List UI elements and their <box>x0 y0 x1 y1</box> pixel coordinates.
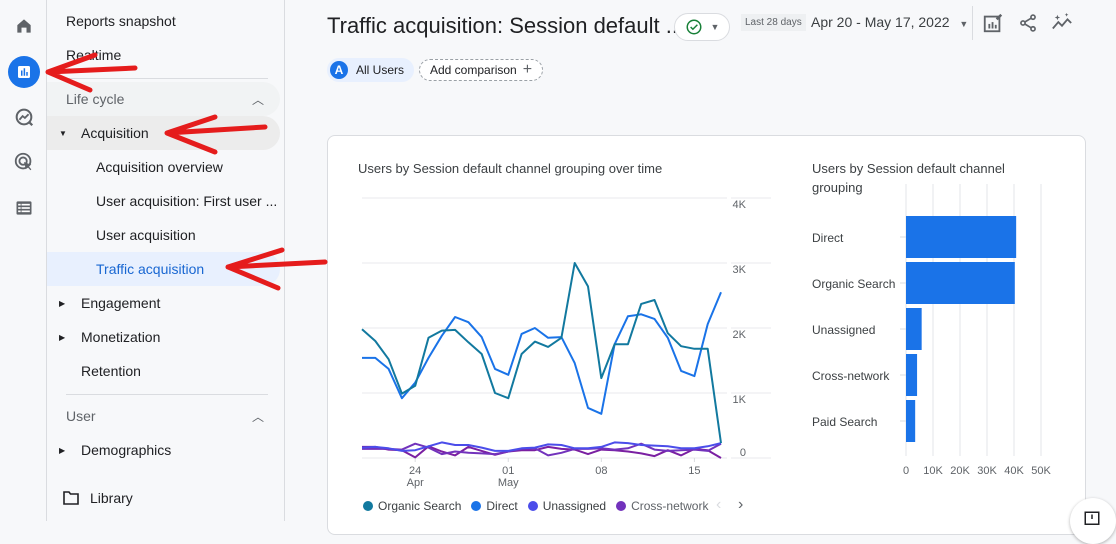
segment-chip-all-users[interactable]: A All Users <box>327 58 415 82</box>
bar-category-label: Organic Search <box>812 277 895 291</box>
legend-item-direct[interactable]: Direct <box>471 499 518 513</box>
customize-report-icon[interactable] <box>980 10 1006 36</box>
reports-nav-panel: Reports snapshot Realtime Life cycle ︿ ▼… <box>47 0 285 521</box>
legend-dot <box>471 501 482 511</box>
nav-label: Realtime <box>66 47 122 63</box>
caret-right-icon: ▶ <box>59 445 66 455</box>
bar-chart: 0 10K 20K 30K 40K 50K Direct Organic Search Unas… <box>812 184 1051 477</box>
nav-label: Demographics <box>81 442 172 458</box>
bar-category-label: Cross-network <box>812 369 890 383</box>
check-circle-icon <box>686 19 702 35</box>
feedback-icon <box>1084 511 1100 525</box>
nav-label: Traffic acquisition <box>96 261 205 277</box>
nav-user-acquisition[interactable]: User acquisition <box>47 218 280 252</box>
nav-label: Retention <box>81 363 141 379</box>
configure-list-icon[interactable] <box>8 192 40 224</box>
main-content: Traffic acquisition: Session default ...… <box>286 0 1116 544</box>
report-status-button[interactable]: ▼ <box>674 13 730 41</box>
reports-bar-chart-icon[interactable] <box>8 56 40 88</box>
legend-label: Direct <box>486 499 518 513</box>
x-tick-label: 20K <box>950 465 970 477</box>
legend-label: Cross-network <box>631 499 709 513</box>
nav-realtime[interactable]: Realtime <box>47 38 280 72</box>
insights-icon[interactable] <box>1049 10 1075 36</box>
toolbar-divider <box>972 6 973 40</box>
date-preset-chip: Last 28 days <box>741 14 806 31</box>
feedback-button[interactable] <box>1070 498 1116 544</box>
nav-label: Library <box>90 490 133 506</box>
nav-library[interactable]: Library <box>47 481 280 515</box>
x-tick-label: 40K <box>1004 465 1024 477</box>
home-icon[interactable] <box>8 10 40 42</box>
bar-category-label: Direct <box>812 231 844 245</box>
nav-divider <box>66 394 268 395</box>
bar-organic-search <box>906 262 1015 304</box>
legend-dot <box>616 501 627 511</box>
nav-label: Reports snapshot <box>66 13 176 29</box>
nav-label: Monetization <box>81 329 161 345</box>
add-comparison-label: Add comparison <box>430 63 517 77</box>
bar-unassigned <box>906 308 922 350</box>
nav-retention[interactable]: Retention <box>47 354 280 388</box>
nav-label: Acquisition <box>81 125 149 141</box>
legend-dot <box>527 501 538 511</box>
chart-card: Users by Session default channel groupin… <box>327 135 1086 535</box>
nav-user-acquisition-first-user[interactable]: User acquisition: First user ... <box>47 184 280 218</box>
x-tick-label: 30K <box>977 465 997 477</box>
explore-icon[interactable] <box>8 101 40 133</box>
nav-label: User acquisition <box>96 227 196 243</box>
legend-label: Unassigned <box>542 499 607 513</box>
nav-label: User acquisition: First user ... <box>96 193 278 209</box>
nav-monetization[interactable]: ▶ Monetization <box>47 320 280 354</box>
nav-acquisition[interactable]: ▼ Acquisition <box>47 116 280 150</box>
plus-icon: + <box>522 61 533 78</box>
nav-engagement[interactable]: ▶ Engagement <box>47 286 280 320</box>
date-range-text: Apr 20 - May 17, 2022 <box>811 14 950 30</box>
legend-dot <box>363 501 373 511</box>
date-range-picker[interactable]: Apr 20 - May 17, 2022 ▼ <box>811 14 968 30</box>
nav-reports-snapshot[interactable]: Reports snapshot <box>47 4 280 38</box>
folder-icon <box>63 491 79 505</box>
dropdown-caret-icon: ▼ <box>710 22 720 32</box>
nav-traffic-acquisition[interactable]: Traffic acquisition <box>47 252 280 286</box>
dropdown-caret-icon: ▼ <box>959 19 969 29</box>
share-icon[interactable] <box>1015 10 1041 36</box>
x-tick-label: 0 <box>903 465 909 477</box>
icon-rail <box>0 0 47 521</box>
nav-acquisition-overview[interactable]: Acquisition overview <box>47 150 280 184</box>
x-tick-label: 10K <box>923 465 943 477</box>
legend-item-unassigned[interactable]: Unassigned <box>527 499 607 513</box>
bar-direct <box>906 216 1017 258</box>
line-chart-legend: Organic Search Direct Unassigned Cross-n… <box>363 499 708 513</box>
nav-section-user[interactable]: User ︿ <box>47 399 280 433</box>
section-label: User <box>66 408 96 424</box>
legend-item-cross-network[interactable]: Cross-network <box>616 499 708 513</box>
legend-prev-button[interactable]: ‹ <box>716 496 721 514</box>
section-label: Life cycle <box>66 91 125 107</box>
chevron-up-icon: ︿ <box>251 92 264 107</box>
advertising-icon[interactable] <box>8 146 40 178</box>
nav-demographics[interactable]: ▶ Demographics <box>47 433 280 467</box>
caret-right-icon: ▶ <box>59 298 66 308</box>
nav-section-lifecycle[interactable]: Life cycle ︿ <box>47 82 280 116</box>
segment-avatar: A <box>330 61 348 79</box>
bar-category-label: Paid Search <box>812 415 877 429</box>
caret-right-icon: ▶ <box>59 332 66 342</box>
legend-next-button[interactable]: › <box>738 496 743 514</box>
nav-divider <box>66 78 268 79</box>
bar-cross-network <box>906 354 918 396</box>
chevron-up-icon: ︿ <box>251 409 264 424</box>
nav-label: Acquisition overview <box>96 159 223 175</box>
bar-category-label: Unassigned <box>812 323 875 337</box>
add-comparison-button[interactable]: Add comparison + <box>419 59 544 81</box>
caret-down-icon: ▼ <box>59 128 67 138</box>
legend-item-organic-search[interactable]: Organic Search <box>363 499 461 513</box>
legend-label: Organic Search <box>378 499 462 513</box>
page-title: Traffic acquisition: Session default ... <box>327 13 685 38</box>
segment-label: All Users <box>356 63 405 77</box>
x-tick-label: 50K <box>1031 465 1051 477</box>
nav-label: Engagement <box>81 295 161 311</box>
bar-paid-search <box>906 400 916 442</box>
